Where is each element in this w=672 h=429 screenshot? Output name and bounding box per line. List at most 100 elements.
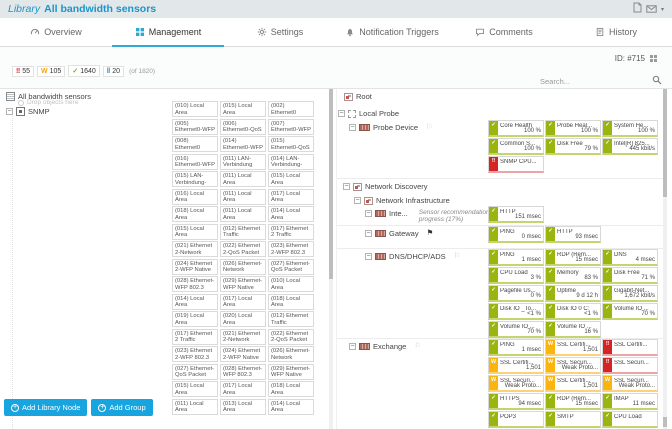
tab-overview[interactable]: Overview xyxy=(0,18,112,46)
sensor-tile[interactable]: ✓ Disk Free 79 % xyxy=(545,138,601,155)
library-sensor-tile[interactable]: (029) Ethernet-WFP Native xyxy=(268,363,314,380)
sensor-tile[interactable]: ✓ Pagefile Us... 0 % xyxy=(488,285,544,302)
status-count-paused[interactable]: ‖ 20 xyxy=(102,65,125,77)
flag-icon[interactable]: ⚑ xyxy=(427,229,434,237)
status-count-ok[interactable]: ✓ 1640 xyxy=(68,65,100,77)
library-sensor-tile[interactable]: (022) Ethernet 2-QoS Packet xyxy=(220,241,266,257)
sensor-tile[interactable]: ✓ PING 1 msec xyxy=(488,249,544,266)
library-sensor-tile[interactable]: (014) Local Area xyxy=(268,398,314,415)
qr-grid-icon[interactable] xyxy=(650,54,658,63)
sensor-tile[interactable]: ✓ PING 0 msec xyxy=(488,226,544,243)
search-input[interactable] xyxy=(540,76,652,86)
caret-down-icon[interactable]: ▾ xyxy=(661,6,664,13)
sensor-tile[interactable]: W SSL Securi... Weak Proto... xyxy=(545,357,601,374)
library-sensor-tile[interactable]: (012) Ethernet Traffic xyxy=(268,311,314,327)
device-label[interactable]: Probe Device xyxy=(373,123,418,132)
library-sensor-tile[interactable]: (011) Local Area xyxy=(220,188,266,205)
sensor-tile[interactable]: ✓ Volume IO ... 70 % xyxy=(488,321,544,338)
device-label[interactable]: DNS/DHCP/ADS xyxy=(389,252,446,261)
library-sensor-tile[interactable]: (005) Ethernet0-WFP Native xyxy=(172,118,218,135)
sensor-tile[interactable]: ✓ Volume IO ... 16 % xyxy=(545,321,601,338)
library-sensor-tile[interactable]: (006) Ethernet0-QoS Packet xyxy=(220,118,266,135)
library-sensor-tile[interactable]: (027) Ethernet-QoS Packet xyxy=(268,258,314,275)
library-sensor-tile[interactable]: (024) Ethernet 2-WFP Native xyxy=(172,258,218,275)
library-sensor-tile[interactable]: (017) Ethernet 2 Traffic xyxy=(172,328,218,345)
sensor-tile[interactable]: W SSL Securi... Weak Proto... xyxy=(488,375,544,392)
group-label[interactable]: Network Infrastructure xyxy=(376,196,450,205)
expander-icon[interactable]: − xyxy=(365,210,372,217)
library-sensor-tile[interactable]: (019) Local Area xyxy=(172,311,218,327)
library-sensor-tile[interactable]: (014) Local Area xyxy=(172,293,218,310)
library-sensor-tile[interactable]: (011) LAN-Verbindung xyxy=(220,153,266,170)
library-sensor-tile[interactable]: (011) Local Area xyxy=(220,171,266,187)
page-icon[interactable] xyxy=(633,0,642,18)
library-sensor-tile[interactable]: (029) Ethernet-WFP Native xyxy=(220,276,266,292)
library-sensor-tile[interactable]: (021) Ethernet 2-Network xyxy=(220,328,266,345)
expander-icon[interactable]: − xyxy=(338,110,345,117)
library-sensor-tile[interactable]: (015) Local Area xyxy=(268,171,314,187)
mail-icon[interactable] xyxy=(646,0,657,18)
sensor-tile[interactable]: ✓ RDP (Rem... 15 msec xyxy=(545,393,601,410)
flag-icon[interactable]: ⚐ xyxy=(426,123,433,131)
library-sensor-tile[interactable]: (011) Local Area xyxy=(172,398,218,415)
sensor-tile[interactable]: ✓ HTTP 93 msec xyxy=(545,226,601,243)
library-sensor-tile[interactable]: (027) Ethernet-QoS Packet xyxy=(172,363,218,380)
library-sensor-tile[interactable]: (013) Local Area xyxy=(220,398,266,415)
sensor-tile[interactable]: W SSL Certifi... 1,501 xyxy=(488,357,544,374)
expander-icon[interactable]: − xyxy=(6,108,13,115)
sensor-tile[interactable]: ✓ Disk IO _To... <1 % xyxy=(488,303,544,320)
flag-icon[interactable]: ⚐ xyxy=(454,252,461,260)
sensor-tile[interactable]: ✓ Common S... 100 % xyxy=(488,138,544,155)
sensor-tile[interactable]: ✓ POP3 xyxy=(488,411,544,428)
sensor-tile[interactable]: ‼ SSL Securi... xyxy=(602,357,658,374)
sensor-tile[interactable]: ✓ PING 1 msec xyxy=(488,339,544,356)
expander-icon[interactable]: − xyxy=(365,230,372,237)
left-scrollbar[interactable] xyxy=(329,89,333,429)
library-sensor-tile[interactable]: (023) Ethernet 2-WFP 802.3 xyxy=(172,346,218,362)
right-scrollbar[interactable] xyxy=(663,89,667,429)
library-sensor-tile[interactable]: (010) Local Area xyxy=(172,101,218,117)
group-label[interactable]: Network Discovery xyxy=(365,182,428,191)
sensor-tile[interactable]: ✓ DNS 4 msec xyxy=(602,249,658,266)
library-sensor-tile[interactable]: (021) Ethernet 2-Network xyxy=(172,241,218,257)
library-sensor-tile[interactable]: (014) Local Area xyxy=(268,206,314,222)
expander-icon[interactable]: − xyxy=(349,124,356,131)
status-count-warning[interactable]: W 105 xyxy=(37,65,66,77)
sensor-tile[interactable]: W SSL Certifi... 1,501 xyxy=(545,375,601,392)
expander-icon[interactable]: − xyxy=(343,183,350,190)
library-sensor-tile[interactable]: (017) Local Area xyxy=(220,293,266,310)
sensor-tile[interactable]: ✓ SMTP xyxy=(545,411,601,428)
group-label[interactable]: Local Probe xyxy=(359,109,399,118)
sensor-tile[interactable]: ✓ HTTPS 94 msec xyxy=(488,393,544,410)
library-sensor-tile[interactable]: (017) Ethernet 2 Traffic xyxy=(268,223,314,240)
sensor-tile[interactable]: W SSL Certifi... 1,501 xyxy=(545,339,601,356)
sensor-tile[interactable]: ✓ Core Health 100 % xyxy=(488,120,544,137)
library-sensor-tile[interactable]: (018) Local Area xyxy=(268,381,314,397)
sensor-tile[interactable]: ✓ Probe Heal... 100 % xyxy=(545,120,601,137)
sensor-tile[interactable]: ✓ Uptime 9 d 12 h xyxy=(545,285,601,302)
tab-management[interactable]: Management xyxy=(112,18,224,47)
tab-history[interactable]: History xyxy=(560,18,672,46)
library-sensor-tile[interactable]: (028) Ethernet-WFP 802.3 xyxy=(172,276,218,292)
library-sensor-tile[interactable]: (026) Ethernet-Network xyxy=(268,346,314,362)
library-sensor-tile[interactable]: (007) Ethernet0-WFP 802.3 xyxy=(268,118,314,135)
add-library-node-button[interactable]: + Add Library Node xyxy=(4,399,88,416)
library-sensor-tile[interactable]: (017) Local Area xyxy=(268,188,314,205)
tab-notification-triggers[interactable]: Notification Triggers xyxy=(336,18,448,46)
sensor-tile[interactable]: ✓ Intel[R] 825... 445 kbit/s xyxy=(602,138,658,155)
library-sensor-tile[interactable]: (017) Local Area xyxy=(220,381,266,397)
sensor-tile[interactable]: ✓ RDP (Rem... 15 msec xyxy=(545,249,601,266)
library-sensor-tile[interactable]: (002) Ethernet0 Traffic xyxy=(268,101,314,117)
expander-icon[interactable]: − xyxy=(365,253,372,260)
library-sensor-tile[interactable]: (015) LAN-Verbindung- xyxy=(172,171,218,187)
library-sensor-tile[interactable]: (024) Ethernet 2-WFP Native xyxy=(220,346,266,362)
device-label[interactable]: Gateway xyxy=(389,229,419,238)
sensor-tile[interactable]: ‼ SSL Certifi... xyxy=(602,339,658,356)
library-sensor-tile[interactable]: (016) Ethernet0-WFP 802.3 xyxy=(172,153,218,170)
sensor-tile[interactable]: ✓ Disk IO 0 C: <1 % xyxy=(545,303,601,320)
library-sensor-tile[interactable]: (015) Local Area xyxy=(172,223,218,240)
library-sensor-tile[interactable]: (015) Local Area xyxy=(220,101,266,117)
sensor-tile[interactable]: ✓ System He... 100 % xyxy=(602,120,658,137)
status-count-error[interactable]: ‼ 55 xyxy=(12,65,35,77)
group-label[interactable]: Root xyxy=(356,92,372,101)
